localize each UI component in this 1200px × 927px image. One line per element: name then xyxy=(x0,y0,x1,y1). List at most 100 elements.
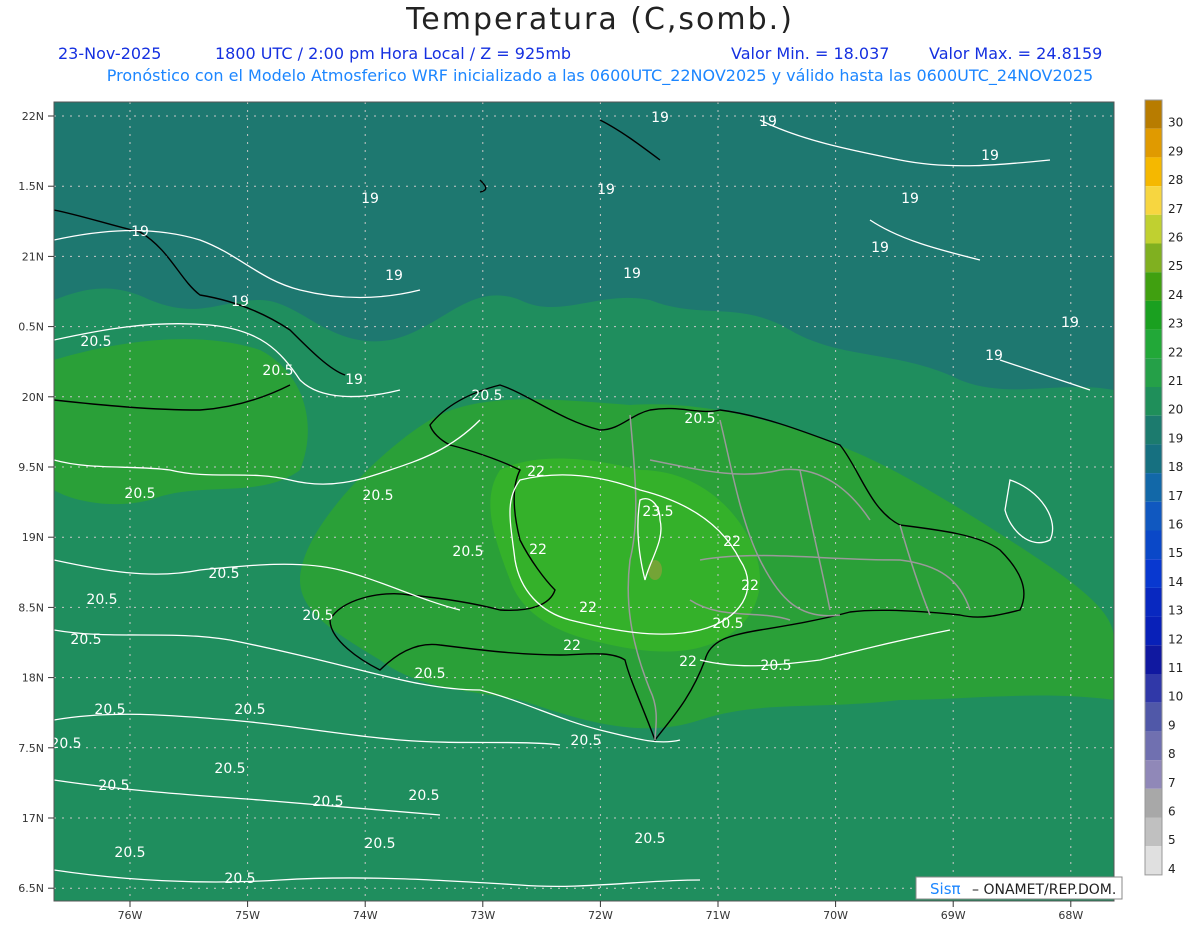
colorbar-label: 27 xyxy=(1168,202,1183,216)
colorbar-label: 21 xyxy=(1168,374,1183,388)
lon-label: 76W xyxy=(118,909,143,922)
colorbar-label: 12 xyxy=(1168,632,1183,646)
contour-label: 19 xyxy=(231,294,249,310)
contour-label: 20.5 xyxy=(684,411,715,427)
colorbar-label: 5 xyxy=(1168,833,1176,847)
colorbar-label: 25 xyxy=(1168,259,1183,273)
contour-label: 20.5 xyxy=(634,831,665,847)
contour-label: 20.5 xyxy=(760,658,791,674)
lat-label: 18N xyxy=(22,672,44,685)
colorbar-swatch xyxy=(1145,530,1162,560)
contour-label: 19 xyxy=(981,148,999,164)
contour-label: 19 xyxy=(871,240,889,256)
contour-label: 19 xyxy=(623,266,641,282)
colorbar-swatch xyxy=(1145,157,1162,187)
colorbar-label: 22 xyxy=(1168,345,1183,359)
contour-label: 20.5 xyxy=(234,702,265,718)
contour-label: 19 xyxy=(361,191,379,207)
contour-label: 20.5 xyxy=(114,845,145,861)
colorbar-swatch xyxy=(1145,214,1162,244)
colorbar-swatch xyxy=(1145,272,1162,301)
colorbar-swatch xyxy=(1145,788,1162,818)
lat-label: 1.5N xyxy=(18,180,44,193)
contour-label: 20.5 xyxy=(214,761,245,777)
colorbar-label: 23 xyxy=(1168,317,1183,331)
contour-label: 23.5 xyxy=(642,504,673,520)
colorbar-label: 16 xyxy=(1168,518,1183,532)
latitude-axis: 22N 1.5N 21N 0.5N 20N 9.5N 19N 8.5N 18N 7.5N 17N 6.… xyxy=(18,110,54,895)
colorbar-label: 28 xyxy=(1168,173,1183,187)
contour-label: 20.5 xyxy=(208,566,239,582)
colorbar-label: 11 xyxy=(1168,661,1183,675)
lat-label: 21N xyxy=(22,250,44,263)
contour-label: 19 xyxy=(651,110,669,126)
colorbar-swatch xyxy=(1145,731,1162,761)
colorbar-swatch xyxy=(1145,415,1162,445)
colorbar-label: 13 xyxy=(1168,604,1183,618)
lon-label: 75W xyxy=(235,909,260,922)
colorbar-label: 20 xyxy=(1168,403,1183,417)
colorbar-label: 8 xyxy=(1168,747,1176,761)
colorbar-label: 24 xyxy=(1168,288,1183,302)
contour-label: 22 xyxy=(741,578,759,594)
contour-label: 22 xyxy=(529,542,547,558)
max-temperature-spot xyxy=(648,560,662,580)
lat-label: 17N xyxy=(22,812,44,825)
contour-label: 20.5 xyxy=(94,702,125,718)
colorbar-swatch xyxy=(1145,501,1162,531)
colorbar-swatch xyxy=(1145,760,1162,789)
credit-box: Sisπ – ONAMET/REP.DOM. xyxy=(915,876,1123,900)
contour-label: 19 xyxy=(345,372,363,388)
contour-label: 20.5 xyxy=(50,736,81,752)
colorbar-label: 18 xyxy=(1168,460,1183,474)
contour-label: 20.5 xyxy=(262,363,293,379)
colorbar-swatch xyxy=(1145,100,1162,129)
contour-label: 22 xyxy=(579,600,597,616)
colorbar-label: 4 xyxy=(1168,862,1176,876)
colorbar-label: 6 xyxy=(1168,805,1176,819)
contour-label: 20.5 xyxy=(224,871,255,887)
colorbar-swatch xyxy=(1145,702,1162,732)
lon-label: 72W xyxy=(588,909,613,922)
colorbar-swatch xyxy=(1145,817,1162,847)
colorbar-swatch xyxy=(1145,186,1162,215)
lon-label: 68W xyxy=(1058,909,1083,922)
colorbar-swatch xyxy=(1145,559,1162,588)
contour-label: 20.5 xyxy=(312,794,343,810)
contour-label: 20.5 xyxy=(712,616,743,632)
lat-label: 20N xyxy=(22,391,44,404)
colorbar-swatch xyxy=(1145,243,1162,273)
contour-label: 19 xyxy=(985,348,1003,364)
contour-label: 20.5 xyxy=(70,632,101,648)
lat-label: 8.5N xyxy=(18,601,44,614)
contour-label: 22 xyxy=(527,464,545,480)
credit-brand: Sisπ xyxy=(930,880,961,898)
colorbar-label: 7 xyxy=(1168,776,1176,790)
colorbar-swatch xyxy=(1145,645,1162,674)
contour-label: 19 xyxy=(385,268,403,284)
contour-label: 20.5 xyxy=(414,666,445,682)
lon-label: 74W xyxy=(353,909,378,922)
temperature-colorbar: 30 29 28 27 26 25 24 23 22 21 20 19 18 17 16 15 14 13 12 11… xyxy=(1144,99,1183,876)
contour-label: 19 xyxy=(131,224,149,240)
colorbar-label: 10 xyxy=(1168,690,1183,704)
temperature-map: 19 19 19 19 19 19 19 19 19 19 19 19 19 19 20.5 20.5 20.5… xyxy=(18,99,1183,922)
colorbar-label: 9 xyxy=(1168,718,1176,732)
colorbar-swatch xyxy=(1145,846,1162,875)
colorbar-swatch xyxy=(1145,358,1162,387)
colorbar-swatch xyxy=(1145,616,1162,646)
longitude-axis: 76W 75W 74W 73W 72W 71W 70W 69W 68W xyxy=(118,901,1083,922)
lon-label: 73W xyxy=(470,909,495,922)
contour-label: 19 xyxy=(901,191,919,207)
colorbar-label: 17 xyxy=(1168,489,1183,503)
colorbar-label: 14 xyxy=(1168,575,1183,589)
colorbar-label: 29 xyxy=(1168,144,1183,158)
colorbar-swatch xyxy=(1145,587,1162,617)
lat-label: 7.5N xyxy=(18,742,44,755)
contour-label: 20.5 xyxy=(452,544,483,560)
credit-org: – ONAMET/REP.DOM. xyxy=(972,882,1116,898)
colorbar-swatch xyxy=(1145,444,1162,474)
lat-label: 0.5N xyxy=(18,321,44,334)
contour-label: 20.5 xyxy=(98,778,129,794)
lon-label: 71W xyxy=(706,909,731,922)
